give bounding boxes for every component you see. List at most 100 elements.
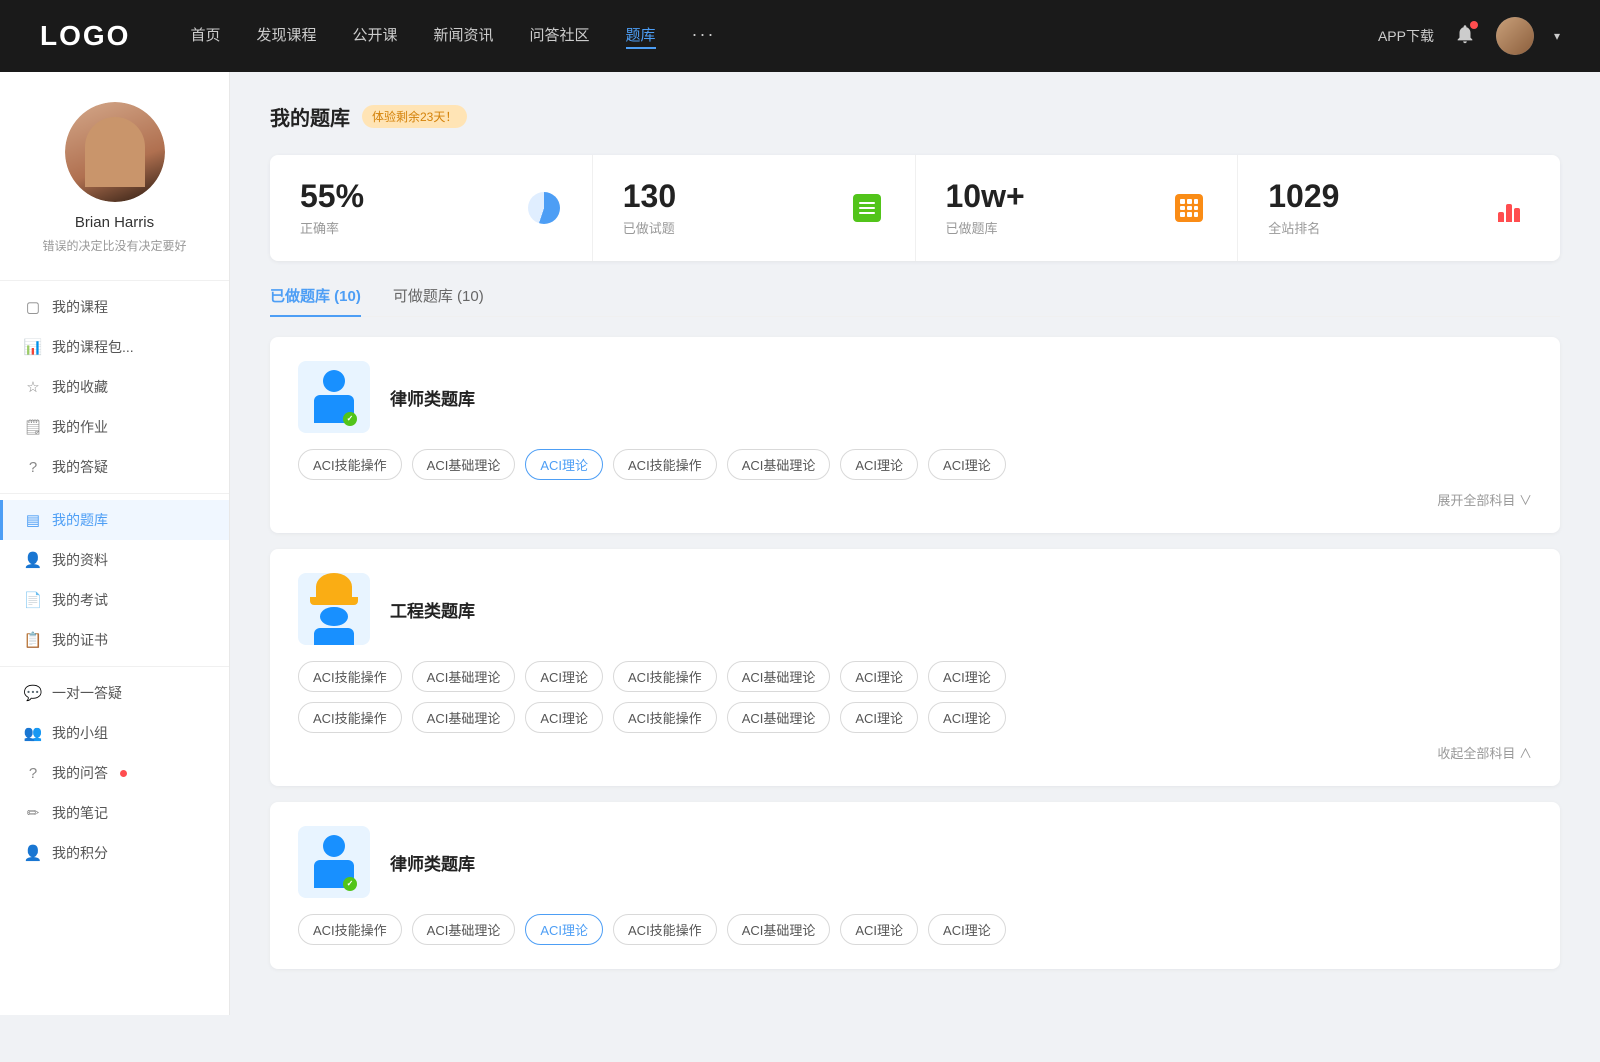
user-avatar[interactable] bbox=[1496, 17, 1534, 55]
tag-3-2[interactable]: ACI基础理论 bbox=[412, 914, 516, 945]
tag-3-5[interactable]: ACI基础理论 bbox=[727, 914, 831, 945]
grid-icon bbox=[1171, 190, 1207, 226]
profile-icon: 👤 bbox=[24, 551, 42, 569]
sidebar-item-certificate[interactable]: 📋 我的证书 bbox=[0, 620, 229, 660]
lawyer-figure-1: ✓ bbox=[309, 370, 359, 425]
tag-2-8[interactable]: ACI技能操作 bbox=[298, 702, 402, 733]
tutoring-icon: 💬 bbox=[24, 684, 42, 702]
tag-1-5[interactable]: ACI基础理论 bbox=[727, 449, 831, 480]
avatar-chevron[interactable]: ▾ bbox=[1554, 29, 1560, 43]
nav-more[interactable]: ··· bbox=[692, 24, 716, 49]
tag-1-6[interactable]: ACI理论 bbox=[840, 449, 918, 480]
sidebar-username: Brian Harris bbox=[75, 214, 154, 231]
qbank-lawyer-1-title: 律师类题库 bbox=[390, 385, 475, 410]
homework-icon: 🗒 bbox=[24, 418, 42, 436]
tag-3-1[interactable]: ACI技能操作 bbox=[298, 914, 402, 945]
certificate-icon: 📋 bbox=[24, 631, 42, 649]
tag-2-3[interactable]: ACI理论 bbox=[525, 661, 603, 692]
tag-2-14[interactable]: ACI理论 bbox=[928, 702, 1006, 733]
sidebar-item-course-package[interactable]: 📊 我的课程包... bbox=[0, 327, 229, 367]
tag-3-3[interactable]: ACI理论 bbox=[525, 914, 603, 945]
favorites-icon: ☆ bbox=[24, 378, 42, 396]
stat-done-banks: 10w+ 已做题库 bbox=[916, 155, 1239, 261]
sidebar-avatar bbox=[65, 102, 165, 202]
sidebar-item-groups[interactable]: 👥 我的小组 bbox=[0, 713, 229, 753]
sidebar-item-question-bank[interactable]: ▤ 我的题库 bbox=[0, 500, 229, 540]
tab-available-banks[interactable]: 可做题库 (10) bbox=[393, 285, 484, 316]
qbank-engineer-icon bbox=[298, 573, 370, 645]
sidebar-item-my-course[interactable]: ▢ 我的课程 bbox=[0, 287, 229, 327]
tag-3-4[interactable]: ACI技能操作 bbox=[613, 914, 717, 945]
page-header: 我的题库 体验剩余23天！ bbox=[270, 102, 1560, 131]
app-download-button[interactable]: APP下载 bbox=[1378, 26, 1434, 46]
nav-news[interactable]: 新闻资讯 bbox=[434, 24, 494, 49]
sidebar-item-points[interactable]: 👤 我的积分 bbox=[0, 833, 229, 873]
tag-1-2[interactable]: ACI基础理论 bbox=[412, 449, 516, 480]
tag-2-1[interactable]: ACI技能操作 bbox=[298, 661, 402, 692]
qbank-lawyer-2-title: 律师类题库 bbox=[390, 850, 475, 875]
collapse-link[interactable]: 收起全部科目 ∧ bbox=[298, 743, 1532, 762]
stats-row: 55% 正确率 130 已做试题 bbox=[270, 155, 1560, 261]
tag-2-7[interactable]: ACI理论 bbox=[928, 661, 1006, 692]
sidebar-item-tutoring[interactable]: 💬 一对一答疑 bbox=[0, 673, 229, 713]
course-package-icon: 📊 bbox=[24, 338, 42, 356]
logo[interactable]: LOGO bbox=[40, 20, 130, 52]
qbank-engineer-tags-row1: ACI技能操作 ACI基础理论 ACI理论 ACI技能操作 ACI基础理论 AC… bbox=[298, 661, 1532, 692]
qbank-card-lawyer-2: ✓ 律师类题库 ACI技能操作 ACI基础理论 ACI理论 ACI技能操作 AC… bbox=[270, 802, 1560, 969]
tag-2-12[interactable]: ACI基础理论 bbox=[727, 702, 831, 733]
sidebar-item-qa[interactable]: ? 我的答疑 bbox=[0, 447, 229, 487]
nav-exam[interactable]: 题库 bbox=[626, 24, 656, 49]
stat-done-questions-value: 130 bbox=[623, 179, 833, 214]
tag-2-10[interactable]: ACI理论 bbox=[525, 702, 603, 733]
tag-2-2[interactable]: ACI基础理论 bbox=[412, 661, 516, 692]
stat-done-banks-text: 10w+ 已做题库 bbox=[946, 179, 1156, 237]
bar-chart-icon bbox=[1498, 194, 1526, 222]
stat-done-questions: 130 已做试题 bbox=[593, 155, 916, 261]
qbank-card-engineer: 工程类题库 ACI技能操作 ACI基础理论 ACI理论 ACI技能操作 ACI基… bbox=[270, 549, 1560, 786]
stat-accuracy-value: 55% bbox=[300, 179, 510, 214]
tag-3-6[interactable]: ACI理论 bbox=[840, 914, 918, 945]
nav-discover[interactable]: 发现课程 bbox=[256, 24, 316, 49]
sidebar-item-notes[interactable]: ✏ 我的笔记 bbox=[0, 793, 229, 833]
tag-1-7[interactable]: ACI理论 bbox=[928, 449, 1006, 480]
stat-done-questions-text: 130 已做试题 bbox=[623, 179, 833, 237]
page-layout: Brian Harris 错误的决定比没有决定要好 ▢ 我的课程 📊 我的课程包… bbox=[0, 72, 1600, 1015]
notification-bell[interactable] bbox=[1454, 23, 1476, 50]
sidebar-menu: ▢ 我的课程 📊 我的课程包... ☆ 我的收藏 🗒 我的作业 ? 我的答疑 ▤ bbox=[0, 287, 229, 873]
notes-icon: ✏ bbox=[24, 804, 42, 822]
sidebar-item-exam[interactable]: 📄 我的考试 bbox=[0, 580, 229, 620]
tab-done-banks[interactable]: 已做题库 (10) bbox=[270, 285, 361, 316]
tag-1-3[interactable]: ACI理论 bbox=[525, 449, 603, 480]
sidebar-item-homework[interactable]: 🗒 我的作业 bbox=[0, 407, 229, 447]
stat-done-banks-value: 10w+ bbox=[946, 179, 1156, 214]
main-content: 我的题库 体验剩余23天！ 55% 正确率 130 已做试题 bbox=[230, 72, 1600, 1015]
qbank-lawyer-2-icon: ✓ bbox=[298, 826, 370, 898]
nav-open-course[interactable]: 公开课 bbox=[352, 24, 397, 49]
list-icon bbox=[849, 190, 885, 226]
expand-link-1[interactable]: 展开全部科目 ∨ bbox=[298, 490, 1532, 509]
qbank-lawyer-2-tags: ACI技能操作 ACI基础理论 ACI理论 ACI技能操作 ACI基础理论 AC… bbox=[298, 914, 1532, 945]
stat-ranking-label: 全站排名 bbox=[1268, 218, 1478, 237]
nav-qa[interactable]: 问答社区 bbox=[530, 24, 590, 49]
tag-2-6[interactable]: ACI理论 bbox=[840, 661, 918, 692]
sidebar-divider-top bbox=[0, 280, 229, 281]
sidebar-item-profile[interactable]: 👤 我的资料 bbox=[0, 540, 229, 580]
sidebar-item-favorites[interactable]: ☆ 我的收藏 bbox=[0, 367, 229, 407]
notification-dot bbox=[1470, 21, 1478, 29]
tag-1-4[interactable]: ACI技能操作 bbox=[613, 449, 717, 480]
sidebar-item-questions[interactable]: ? 我的问答 bbox=[0, 753, 229, 793]
tag-2-11[interactable]: ACI技能操作 bbox=[613, 702, 717, 733]
tag-1-1[interactable]: ACI技能操作 bbox=[298, 449, 402, 480]
nav-home[interactable]: 首页 bbox=[190, 24, 220, 49]
tag-2-13[interactable]: ACI理论 bbox=[840, 702, 918, 733]
lawyer-body-1: ✓ bbox=[314, 395, 354, 423]
tag-3-7[interactable]: ACI理论 bbox=[928, 914, 1006, 945]
qbank-card-lawyer-2-header: ✓ 律师类题库 bbox=[298, 826, 1532, 898]
tag-2-9[interactable]: ACI基础理论 bbox=[412, 702, 516, 733]
tag-2-5[interactable]: ACI基础理论 bbox=[727, 661, 831, 692]
engineer-body bbox=[314, 628, 354, 645]
points-icon: 👤 bbox=[24, 844, 42, 862]
qbank-lawyer-1-tags: ACI技能操作 ACI基础理论 ACI理论 ACI技能操作 ACI基础理论 AC… bbox=[298, 449, 1532, 480]
tag-2-4[interactable]: ACI技能操作 bbox=[613, 661, 717, 692]
tabs-row: 已做题库 (10) 可做题库 (10) bbox=[270, 285, 1560, 317]
